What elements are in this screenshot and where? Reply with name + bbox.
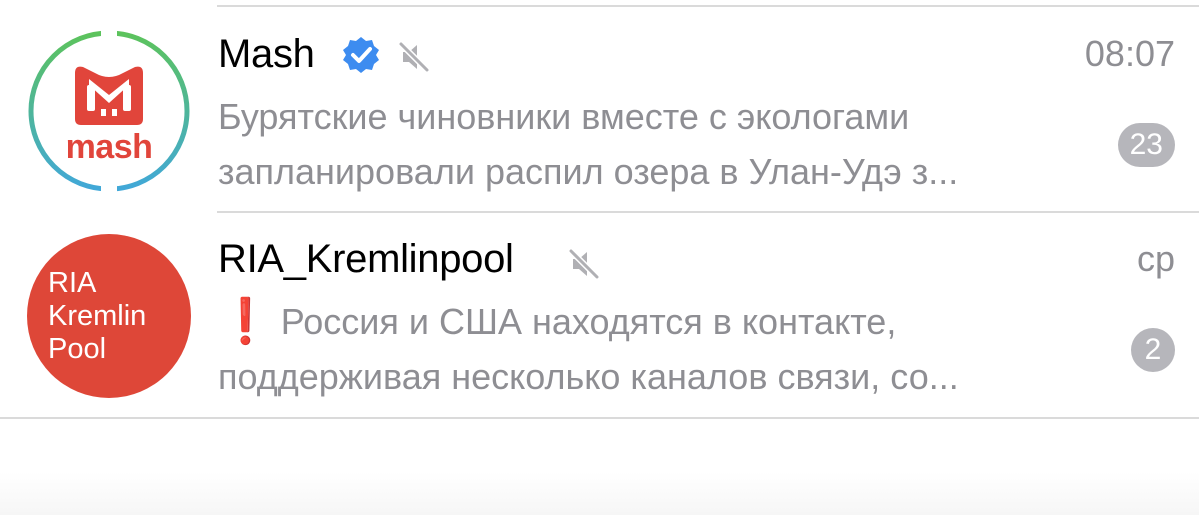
muted-speaker-icon (398, 41, 430, 73)
avatar-text-line: Kremlin (48, 300, 147, 332)
chat-name: Mash (218, 32, 315, 76)
exclamation-icon: ❗ (218, 297, 273, 346)
chat-name: RIA_Kremlinpool (218, 237, 514, 281)
chat-list-item-mash[interactable]: mash Mash 08:07 Бурятские чиновники вмес… (0, 7, 1199, 212)
avatar-text-line: RIA (48, 267, 97, 299)
message-preview: ❗ Россия и США находятся в контакте, подд… (218, 294, 1098, 404)
unread-badge: 23 (1117, 123, 1175, 167)
muted-speaker-icon (568, 248, 600, 280)
empty-list-area (0, 419, 1199, 515)
chat-list-item-ria-kremlinpool[interactable]: RIA Kremlin Pool RIA_Kremlinpool ср ❗ Рос… (0, 212, 1199, 418)
avatar: RIA Kremlin Pool (27, 234, 191, 398)
chat-time: 08:07 (1084, 33, 1175, 74)
chat-time: ср (1136, 238, 1175, 279)
unread-badge: 2 (1131, 328, 1175, 372)
verified-badge-icon (343, 37, 379, 73)
message-preview-line: Бурятские чиновники вместе с экологами (218, 96, 910, 137)
avatar-logo-text: mash (65, 128, 153, 166)
avatar-text-line: Pool (48, 333, 107, 365)
mash-logo-icon (28, 29, 190, 193)
message-preview-line: поддерживая несколько каналов связи, со.… (218, 356, 959, 397)
message-preview: Бурятские чиновники вместе с экологами з… (218, 89, 1098, 199)
message-preview-line: ❗ Россия и США находятся в контакте, (218, 294, 1098, 349)
avatar: mash (27, 29, 191, 193)
avatar-logo-text: RIA Kremlin Pool (48, 267, 146, 366)
message-preview-line: запланировали распил озера в Улан-Удэ з.… (218, 151, 959, 192)
message-preview-text: Россия и США находятся в контакте, (280, 301, 897, 342)
